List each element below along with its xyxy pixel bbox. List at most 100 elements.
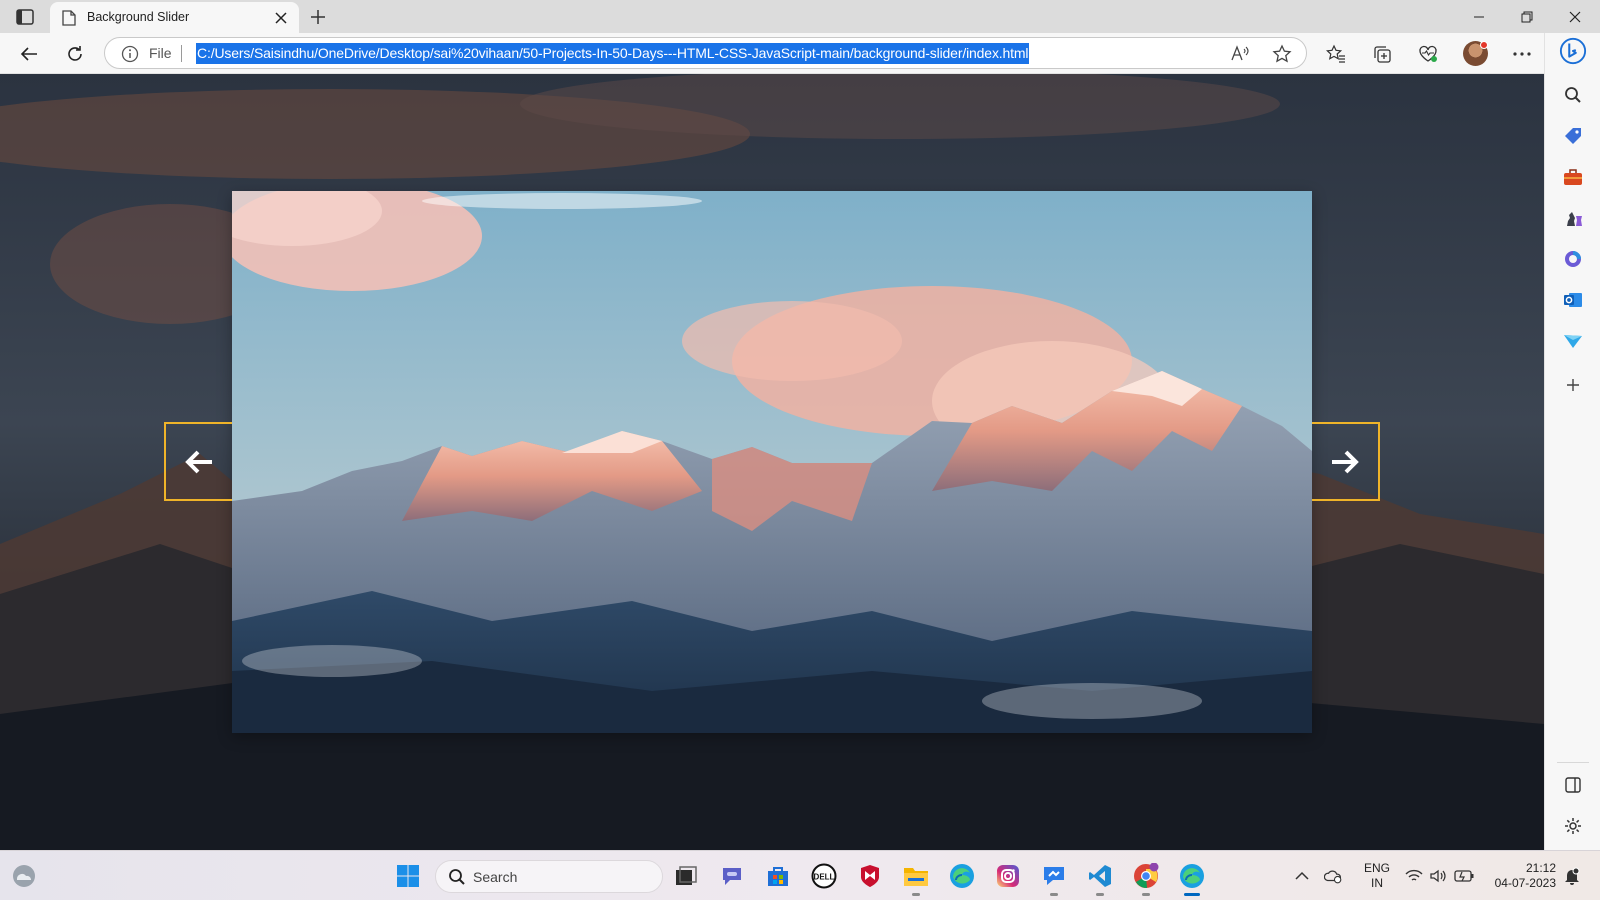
send-icon: [1564, 335, 1582, 348]
page-viewport: [0, 74, 1544, 850]
language-indicator[interactable]: ENG IN: [1360, 861, 1394, 891]
settings-icon: [1565, 818, 1581, 834]
edge-active-button[interactable]: [1176, 860, 1208, 896]
battery-icon: [1454, 870, 1474, 882]
sidebar-games-button[interactable]: [1559, 204, 1587, 232]
taskbar-clock[interactable]: 21:12 04-07-2023: [1484, 861, 1556, 891]
running-indicator: [1142, 893, 1150, 896]
active-indicator: [1184, 893, 1200, 896]
vscode-button[interactable]: [1084, 860, 1116, 896]
next-slide-button[interactable]: [1312, 422, 1380, 501]
windows-start-icon: [397, 865, 419, 887]
volume-tray-button[interactable]: [1429, 866, 1449, 886]
sidebar-drop-button[interactable]: [1559, 327, 1587, 355]
close-icon: [275, 12, 287, 24]
sidebar-settings-button[interactable]: [1559, 812, 1587, 840]
chrome-button[interactable]: [1130, 860, 1162, 896]
speaker-icon: [1430, 869, 1446, 883]
show-hidden-icons-button[interactable]: [1292, 866, 1312, 886]
clock-date: 04-07-2023: [1494, 876, 1556, 890]
chess-icon: [1567, 212, 1582, 226]
chevron-up-icon: [1295, 871, 1309, 880]
wifi-icon: [1405, 869, 1423, 881]
tab-background-slider[interactable]: Background Slider: [50, 2, 299, 33]
profile-notification-badge: [1480, 41, 1488, 49]
sidebar-add-button[interactable]: [1559, 371, 1587, 399]
wifi-tray-button[interactable]: [1404, 866, 1424, 886]
mcafee-button[interactable]: [854, 860, 886, 892]
sidebar-office-button[interactable]: [1559, 245, 1587, 273]
favorites-icon: [1326, 44, 1345, 63]
arrow-left-icon: [185, 450, 212, 473]
sidebar-hide-button[interactable]: [1559, 771, 1587, 799]
read-aloud-button[interactable]: [1230, 44, 1250, 64]
settings-and-more-button[interactable]: [1508, 40, 1536, 68]
start-button[interactable]: [392, 860, 424, 892]
add-favorite-button[interactable]: [1272, 44, 1292, 64]
taskbar-search-box[interactable]: Search: [435, 860, 663, 893]
search-icon: [449, 869, 465, 885]
new-tab-button[interactable]: [306, 5, 330, 29]
tab-actions-icon: [16, 9, 34, 25]
restore-button[interactable]: [1504, 0, 1550, 33]
previous-slide-button[interactable]: [164, 422, 232, 501]
sidebar-shopping-button[interactable]: [1559, 122, 1587, 150]
language-code: ENG: [1363, 861, 1390, 875]
url-text[interactable]: C:/Users/Saisindhu/OneDrive/Desktop/sai%…: [196, 43, 1030, 64]
battery-tray-button[interactable]: [1454, 866, 1474, 886]
refresh-icon: [68, 46, 82, 61]
sidebar-search-button[interactable]: [1559, 81, 1587, 109]
arrow-right-icon: [1332, 450, 1359, 473]
browser-toolbar: File C:/Users/Saisindhu/OneDrive/Desktop…: [0, 33, 1600, 74]
edge-sidebar: [1544, 33, 1600, 850]
address-bar[interactable]: File C:/Users/Saisindhu/OneDrive/Desktop…: [104, 37, 1307, 69]
restore-icon: [1521, 11, 1533, 22]
plus-icon: [311, 10, 325, 24]
star-icon: [1272, 44, 1292, 63]
instagram-icon: [997, 865, 1019, 887]
info-icon[interactable]: [121, 45, 139, 63]
tab-actions-button[interactable]: [12, 7, 38, 27]
weather-icon: [13, 865, 35, 887]
browser-essentials-button[interactable]: [1414, 40, 1442, 68]
teams-chat-icon: [723, 868, 741, 885]
bing-copilot-button[interactable]: [1559, 37, 1587, 65]
toolbox-icon: [1564, 169, 1582, 185]
edge-taskbar-button[interactable]: [946, 860, 978, 892]
mcafee-icon: [861, 865, 879, 887]
onedrive-tray-button[interactable]: [1324, 866, 1344, 886]
task-view-button[interactable]: [670, 860, 702, 892]
notifications-button[interactable]: [1562, 866, 1582, 886]
file-explorer-button[interactable]: [900, 860, 932, 896]
edge-icon: [950, 864, 974, 888]
sidebar-tools-button[interactable]: [1559, 163, 1587, 191]
address-divider: [181, 45, 182, 62]
refresh-button[interactable]: [61, 40, 89, 68]
messenger-button[interactable]: [1038, 860, 1070, 896]
instagram-button[interactable]: [992, 860, 1024, 892]
running-indicator: [912, 893, 920, 896]
favorites-button[interactable]: [1322, 40, 1350, 68]
collections-button[interactable]: [1368, 40, 1396, 68]
task-view-icon: [676, 866, 697, 885]
sidebar-outlook-button[interactable]: [1559, 286, 1587, 314]
read-aloud-icon: [1231, 45, 1249, 61]
dell-app-button[interactable]: DELL: [808, 860, 840, 892]
onedrive-sync-icon: [1324, 870, 1342, 884]
back-button[interactable]: [15, 40, 43, 68]
more-dots-icon: [1513, 52, 1531, 56]
tab-title: Background Slider: [87, 10, 190, 24]
heart-pulse-icon: [1419, 45, 1437, 62]
windows-taskbar: Search DELL ENG IN 21:12 04-07-2023: [0, 850, 1600, 900]
clock-time: 21:12: [1525, 861, 1556, 875]
close-window-button[interactable]: [1552, 0, 1598, 33]
weather-widget[interactable]: [8, 860, 40, 892]
microsoft-store-button[interactable]: [762, 860, 794, 892]
dell-icon: DELL: [811, 863, 837, 889]
tab-close-button[interactable]: [272, 9, 290, 27]
microsoft-store-icon: [768, 867, 788, 886]
minimize-button[interactable]: [1456, 0, 1502, 33]
search-icon: [1565, 87, 1581, 103]
teams-chat-button[interactable]: [716, 860, 748, 892]
messenger-icon: [1044, 867, 1064, 885]
